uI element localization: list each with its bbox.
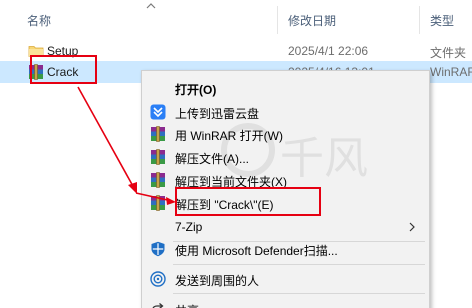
share-icon [152,303,164,308]
watermark-logo-icon [221,123,275,177]
winrar-icon [151,195,165,211]
winrar-icon [151,149,165,165]
thunder-cloud-icon [150,104,166,120]
menu-item-share[interactable]: 共享 [142,298,429,308]
menu-item-7zip[interactable]: 7-Zip [142,216,429,239]
menu-item-label: 使用 Microsoft Defender扫描... [175,244,338,258]
menu-item-label: 发送到周围的人 [175,274,260,288]
column-divider[interactable] [277,6,278,34]
annotation-box-crack [30,55,97,84]
file-date: 2025/4/1 22:06 [288,44,369,58]
menu-item-defender-scan[interactable]: 使用 Microsoft Defender扫描... [142,238,429,261]
menu-item-label: 共享 [175,302,199,308]
annotation-box-extract [175,187,321,216]
column-type[interactable]: 类型 [430,12,454,29]
nearby-share-icon [150,271,166,287]
chevron-right-icon [409,222,415,232]
menu-item-label: 7-Zip [175,220,203,234]
column-date[interactable]: 修改日期 [288,12,336,29]
menu-item-nearby-share[interactable]: 发送到周围的人 [142,268,429,291]
column-header: 名称 修改日期 类型 [0,0,472,34]
file-type: WinRAR [430,65,472,79]
column-name[interactable]: 名称 [27,12,51,29]
watermark-text: 千风 [280,133,368,184]
explorer-window: 名称 修改日期 类型 Setup 2025/4/1 22:06 文件夹 Crac… [0,0,472,308]
column-divider[interactable] [419,6,420,34]
defender-shield-icon [151,241,165,257]
menu-item-open[interactable]: 打开(O) [142,77,429,100]
menu-item-label: 打开(O) [175,83,217,97]
menu-separator [173,293,425,294]
sort-chevron-icon[interactable] [145,2,157,10]
menu-separator [173,264,425,265]
watermark: 千风 [220,120,410,184]
winrar-icon [151,126,165,142]
file-type: 文件夹 [430,46,467,60]
winrar-icon [151,172,165,188]
